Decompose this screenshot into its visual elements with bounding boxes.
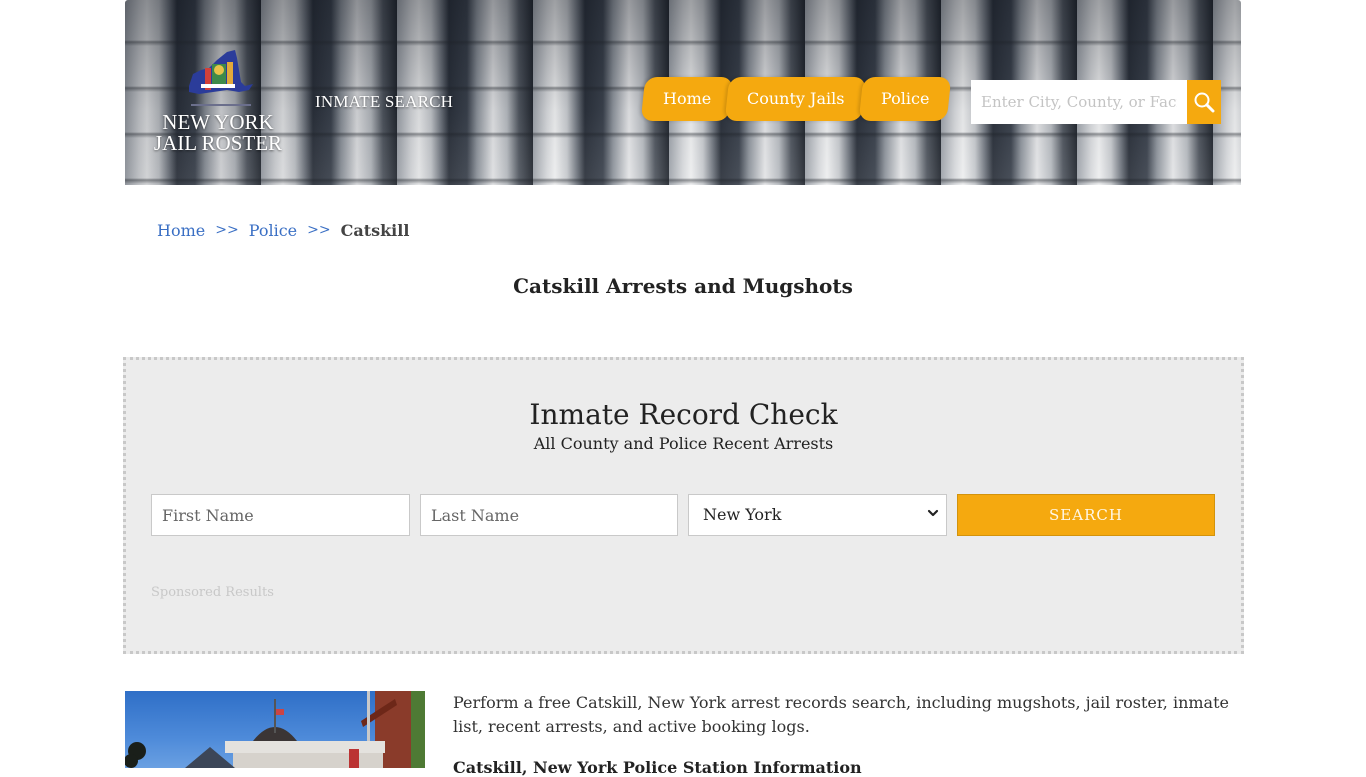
inmate-search-link[interactable]: INMATE SEARCH — [315, 92, 453, 112]
breadcrumb-separator: >> — [307, 222, 331, 238]
record-search-button[interactable]: SEARCH — [957, 494, 1215, 536]
logo-line-1: NEW YORK — [162, 110, 274, 134]
site-search-button[interactable] — [1187, 80, 1221, 124]
catskill-building-photo — [125, 691, 425, 768]
main-nav: Home County Jails Police — [640, 77, 952, 121]
breadcrumb-home[interactable]: Home — [157, 221, 205, 240]
panel-subtitle: All County and Police Recent Arrests — [533, 434, 834, 453]
logo-divider — [191, 104, 251, 106]
first-name-input[interactable] — [151, 494, 410, 536]
nav-police[interactable]: Police — [858, 77, 952, 121]
site-search — [971, 80, 1221, 124]
nav-county-jails[interactable]: County Jails — [724, 77, 867, 121]
chevron-down-icon — [927, 509, 939, 517]
page-title: Catskill Arrests and Mugshots — [513, 274, 853, 298]
nav-home-label: Home — [663, 89, 712, 108]
nav-police-label: Police — [880, 89, 930, 108]
new-york-state-map-icon — [189, 50, 253, 94]
last-name-input[interactable] — [420, 494, 678, 536]
breadcrumb: Home >> Police >> Catskill — [157, 221, 409, 240]
panel-title: Inmate Record Check — [529, 398, 838, 431]
search-icon — [1194, 92, 1215, 113]
state-select[interactable]: New York — [688, 494, 947, 536]
breadcrumb-police[interactable]: Police — [249, 221, 297, 240]
site-search-input[interactable] — [971, 80, 1187, 124]
intro-paragraph: Perform a free Catskill, New York arrest… — [453, 693, 1229, 736]
breadcrumb-separator: >> — [215, 222, 239, 238]
breadcrumb-current: Catskill — [340, 221, 410, 240]
site-header: NEW YORK JAIL ROSTER INMATE SEARCH Home … — [125, 0, 1241, 185]
sponsored-results-label: Sponsored Results — [151, 585, 274, 600]
nav-county-jails-label: County Jails — [747, 89, 845, 108]
nav-home[interactable]: Home — [640, 77, 734, 121]
logo-line-2: JAIL ROSTER — [153, 131, 283, 155]
building-photo-illustration — [125, 691, 425, 768]
site-logo[interactable]: NEW YORK JAIL ROSTER — [153, 44, 283, 164]
logo-text: NEW YORK JAIL ROSTER — [153, 112, 283, 154]
inmate-record-check-panel: Inmate Record Check All County and Polic… — [123, 357, 1244, 654]
